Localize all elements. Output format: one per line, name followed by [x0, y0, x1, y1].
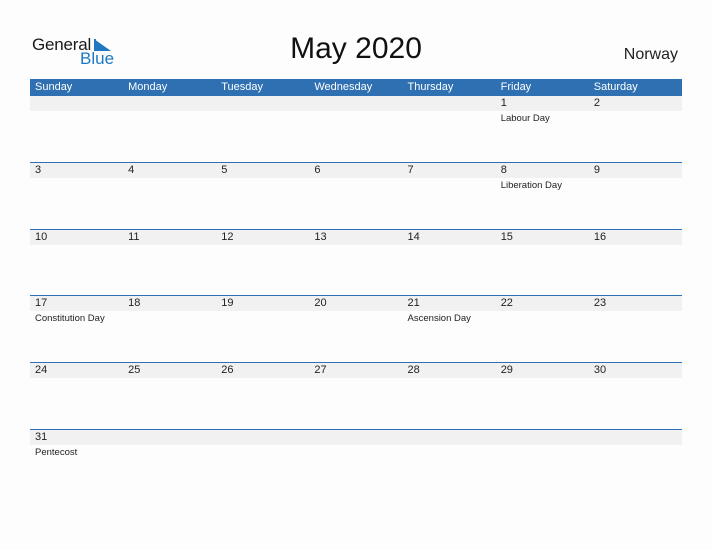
day-cell: 31 Pentecost [30, 430, 123, 497]
day-cell: 29 [496, 363, 589, 430]
day-cell: 23 [589, 296, 682, 363]
day-cell: 26 [216, 363, 309, 430]
day-cell: 5 [216, 163, 309, 230]
day-cell: 20 [309, 296, 402, 363]
day-cell [309, 96, 402, 163]
day-number: 7 [407, 164, 414, 176]
day-number: 24 [35, 364, 48, 376]
day-cell: 7 [403, 163, 496, 230]
week-row: 17 Constitution Day 18 19 20 21 Ascension Day 2… [30, 295, 682, 363]
day-number: 3 [35, 164, 42, 176]
day-number: 22 [500, 297, 513, 309]
day-number: 8 [500, 164, 507, 176]
day-number: 18 [128, 297, 141, 309]
day-number: 1 [500, 97, 507, 109]
holiday-label: Ascension Day [407, 313, 471, 324]
day-number: 21 [407, 297, 420, 309]
day-number: 9 [593, 164, 600, 176]
day-cell [216, 96, 309, 163]
day-number: 27 [314, 364, 327, 376]
day-cell: 2 [589, 96, 682, 163]
day-number: 13 [314, 231, 327, 243]
day-number: 29 [500, 364, 513, 376]
day-number: 17 [35, 297, 48, 309]
day-cell: 24 [30, 363, 123, 430]
day-number: 25 [128, 364, 141, 376]
day-cell: 18 [123, 296, 216, 363]
day-cell: 1 Labour Day [496, 96, 589, 163]
day-cell: 25 [123, 363, 216, 430]
day-cell [123, 96, 216, 163]
holiday-label: Constitution Day [35, 313, 105, 324]
day-cell: 15 [496, 230, 589, 297]
day-cell [30, 96, 123, 163]
day-cell: 13 [309, 230, 402, 297]
weekday-tuesday: Tuesday [221, 81, 264, 93]
day-number: 20 [314, 297, 327, 309]
day-number: 28 [407, 364, 420, 376]
day-cell: 9 [589, 163, 682, 230]
week-row: 31 Pentecost [30, 429, 682, 497]
holiday-label: Pentecost [35, 447, 78, 458]
day-cell [403, 430, 496, 497]
day-number: 5 [221, 164, 228, 176]
day-number: 23 [593, 297, 607, 309]
day-cell: 14 [403, 230, 496, 297]
day-cell: 6 [309, 163, 402, 230]
day-number: 12 [221, 231, 234, 243]
calendar-title: May 2020 [290, 32, 422, 65]
day-cell: 8 Liberation Day [496, 163, 589, 230]
weekday-friday: Friday [500, 81, 532, 93]
day-cell [309, 430, 402, 497]
holiday-label: Labour Day [500, 113, 550, 124]
day-number: 2 [593, 97, 600, 109]
day-cell [589, 430, 682, 497]
day-number: 19 [221, 297, 234, 309]
day-cell [496, 430, 589, 497]
weekday-sunday: Sunday [35, 81, 73, 93]
day-number: 6 [314, 164, 321, 176]
day-cell: 4 [123, 163, 216, 230]
day-cell: 16 [589, 230, 682, 297]
week-row: 24 25 26 27 28 29 30 [30, 362, 682, 430]
day-cell: 27 [309, 363, 402, 430]
day-number: 4 [128, 164, 135, 176]
week-row: 10 11 12 13 14 15 16 [30, 229, 682, 297]
weekday-wednesday: Wednesday [314, 81, 373, 93]
weekday-header: Sunday Monday Tuesday Wednesday Thursday… [30, 79, 682, 96]
day-cell: 10 [30, 230, 123, 297]
day-number: 14 [407, 231, 420, 243]
country-label: Norway [623, 46, 678, 63]
weekday-saturday: Saturday [593, 81, 638, 93]
day-cell: 19 [216, 296, 309, 363]
week-row: 3 4 5 6 7 8 Liberation Day 9 [30, 162, 682, 230]
day-cell: 22 [496, 296, 589, 363]
week-row: 1 Labour Day 2 [30, 96, 682, 163]
day-number: 30 [593, 364, 607, 376]
day-cell: 11 [123, 230, 216, 297]
holiday-label: Liberation Day [500, 180, 562, 191]
day-cell: 28 [403, 363, 496, 430]
day-number: 16 [593, 231, 607, 243]
day-number: 26 [221, 364, 234, 376]
weekday-monday: Monday [128, 81, 168, 93]
day-number: 10 [35, 231, 48, 243]
day-cell: 17 Constitution Day [30, 296, 123, 363]
day-cell: 3 [30, 163, 123, 230]
day-cell: 12 [216, 230, 309, 297]
day-cell [123, 430, 216, 497]
day-cell [216, 430, 309, 497]
weekday-thursday: Thursday [407, 81, 454, 93]
day-cell [403, 96, 496, 163]
day-number: 15 [500, 231, 513, 243]
day-number: 11 [128, 231, 140, 243]
day-cell: 30 [589, 363, 682, 430]
day-number: 31 [35, 431, 48, 443]
day-cell: 21 Ascension Day [403, 296, 496, 363]
